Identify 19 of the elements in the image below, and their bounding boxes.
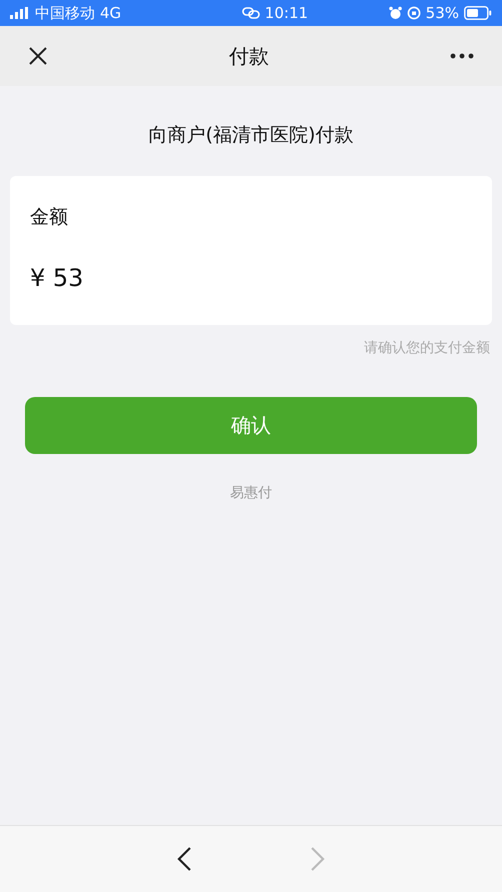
- network-type: 4G: [100, 4, 122, 22]
- hint-text: 请确认您的支付金额: [364, 339, 490, 357]
- provider-name: 易惠付: [230, 484, 272, 502]
- back-icon[interactable]: [176, 846, 192, 872]
- battery-percent: 53%: [426, 4, 459, 22]
- merchant-text: 向商户(福清市医院)付款: [148, 123, 354, 148]
- alarm-icon: [388, 6, 402, 20]
- carrier-name: 中国移动: [35, 4, 95, 22]
- more-icon[interactable]: [450, 53, 474, 59]
- amount-label: 金额: [30, 205, 68, 230]
- signal-icon: [10, 7, 30, 19]
- close-icon[interactable]: [28, 46, 48, 66]
- clock-time: 10:11: [264, 4, 308, 22]
- battery-icon: [464, 6, 492, 20]
- page-title: 付款: [229, 42, 269, 70]
- rotation-lock-icon: [406, 6, 421, 20]
- confirm-button[interactable]: 确认: [25, 397, 477, 454]
- amount-value: ¥ 53: [30, 264, 84, 292]
- link-icon: [242, 7, 260, 19]
